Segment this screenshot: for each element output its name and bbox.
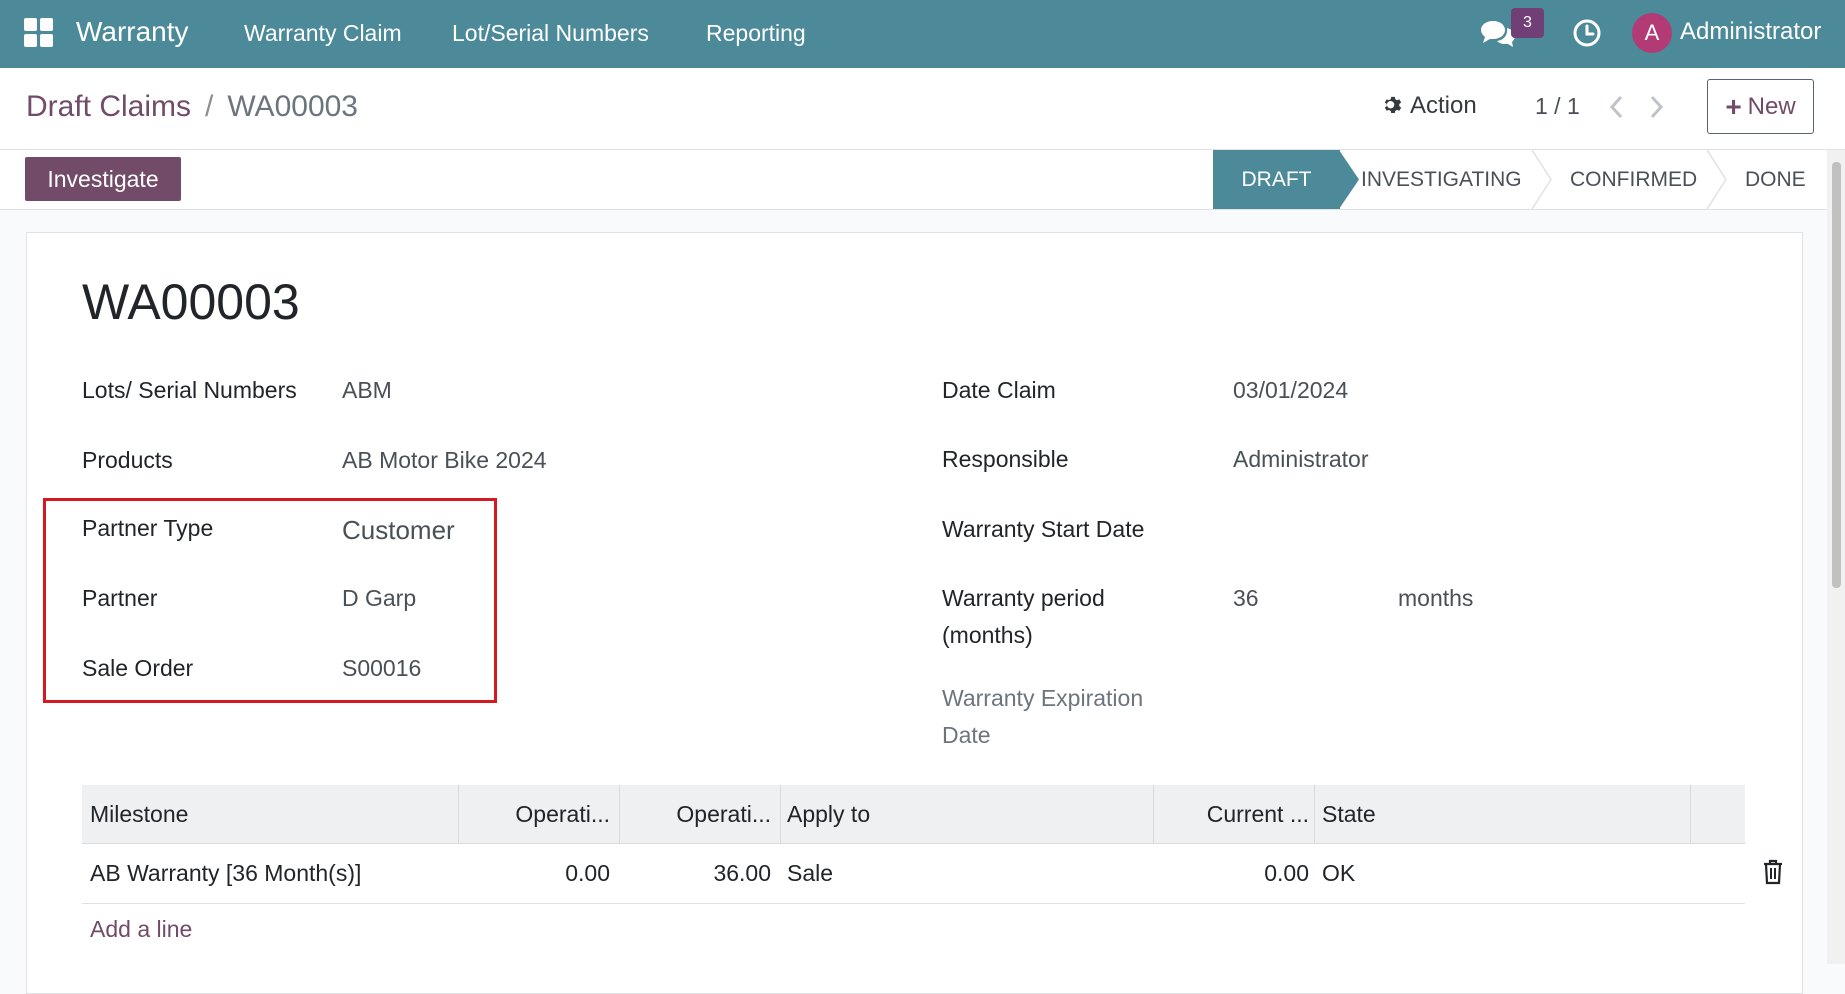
col-state[interactable]: State bbox=[1322, 785, 1376, 843]
date-claim-label: Date Claim bbox=[942, 377, 1056, 403]
warranty-expiration-label-2: Date bbox=[942, 722, 991, 748]
new-button[interactable]: + New bbox=[1707, 79, 1814, 134]
cell-milestone[interactable]: AB Warranty [36 Month(s)] bbox=[90, 843, 361, 903]
stage-confirmed[interactable]: CONFIRMED bbox=[1570, 150, 1697, 209]
cell-state[interactable]: OK bbox=[1322, 843, 1355, 903]
chevron-right-icon[interactable] bbox=[1647, 94, 1665, 120]
stage-active-arrow bbox=[1339, 150, 1359, 209]
new-button-label: New bbox=[1747, 93, 1796, 120]
stage-draft[interactable]: DRAFT bbox=[1213, 150, 1340, 209]
warranty-expiration-label: Warranty Expiration bbox=[942, 685, 1144, 711]
cell-current[interactable]: 0.00 bbox=[1153, 843, 1309, 903]
responsible-label: Responsible bbox=[942, 446, 1069, 472]
investigate-button[interactable]: Investigate bbox=[25, 157, 181, 201]
col-current[interactable]: Current ... bbox=[1153, 785, 1309, 843]
apps-grid-icon[interactable] bbox=[24, 18, 56, 50]
stage-divider bbox=[1706, 150, 1727, 209]
add-a-line-link[interactable]: Add a line bbox=[90, 916, 192, 943]
top-navbar: Warranty Warranty Claim Lot/Serial Numbe… bbox=[0, 0, 1845, 68]
user-menu[interactable]: Administrator bbox=[1680, 18, 1821, 46]
scrollbar-thumb[interactable] bbox=[1832, 162, 1841, 588]
warranty-period-label-unit: (months) bbox=[942, 622, 1033, 648]
app-name[interactable]: Warranty bbox=[76, 16, 189, 48]
form-sheet: WA00003 Lots/ Serial Numbers ABM Product… bbox=[26, 232, 1803, 994]
cell-apply-to[interactable]: Sale bbox=[787, 843, 833, 903]
stage-investigating[interactable]: INVESTIGATING bbox=[1361, 150, 1522, 209]
breadcrumb-separator: / bbox=[205, 90, 214, 123]
breadcrumb-draft-claims[interactable]: Draft Claims bbox=[26, 90, 191, 123]
col-apply-to[interactable]: Apply to bbox=[787, 785, 870, 843]
lots-serial-label: Lots/ Serial Numbers bbox=[82, 377, 297, 403]
col-operation-2[interactable]: Operati... bbox=[619, 785, 771, 843]
breadcrumb: Draft Claims / WA00003 bbox=[26, 90, 358, 124]
table-row[interactable]: AB Warranty [36 Month(s)] 0.00 36.00 Sal… bbox=[82, 843, 1782, 904]
trash-icon[interactable] bbox=[1762, 859, 1784, 885]
control-panel: Draft Claims / WA00003 Action 1 / 1 + New bbox=[0, 68, 1845, 150]
warranty-period-unit: months bbox=[1398, 585, 1474, 611]
stage-divider bbox=[1531, 150, 1552, 209]
status-bar: Investigate DRAFT INVESTIGATING CONFIRME… bbox=[0, 150, 1827, 210]
record-title: WA00003 bbox=[82, 274, 300, 330]
breadcrumb-current: WA00003 bbox=[227, 90, 358, 123]
gear-icon bbox=[1384, 96, 1402, 113]
menu-warranty-claim[interactable]: Warranty Claim bbox=[244, 20, 402, 47]
pager-value[interactable]: 1 / 1 bbox=[1535, 93, 1580, 120]
warranty-period-field[interactable]: 36 bbox=[1233, 585, 1259, 612]
warranty-start-date-label: Warranty Start Date bbox=[942, 516, 1145, 542]
avatar[interactable]: A bbox=[1632, 13, 1672, 53]
column-separator bbox=[780, 785, 781, 843]
products-field[interactable]: AB Motor Bike 2024 bbox=[342, 447, 547, 474]
products-label: Products bbox=[82, 447, 173, 473]
col-milestone[interactable]: Milestone bbox=[90, 785, 188, 843]
date-claim-field[interactable]: 03/01/2024 bbox=[1233, 377, 1348, 404]
message-count-badge: 3 bbox=[1511, 8, 1544, 38]
warranty-period-label: Warranty period bbox=[942, 585, 1105, 611]
plus-icon: + bbox=[1725, 91, 1742, 122]
responsible-field[interactable]: Administrator bbox=[1233, 446, 1368, 473]
stage-done[interactable]: DONE bbox=[1745, 150, 1806, 209]
menu-lot-serial-numbers[interactable]: Lot/Serial Numbers bbox=[452, 20, 649, 47]
menu-reporting[interactable]: Reporting bbox=[706, 20, 806, 47]
column-separator bbox=[1314, 785, 1315, 843]
column-separator bbox=[1690, 785, 1691, 843]
col-operation-1[interactable]: Operati... bbox=[458, 785, 610, 843]
action-menu-button[interactable]: Action bbox=[1382, 92, 1477, 120]
cell-operation-1[interactable]: 0.00 bbox=[458, 843, 610, 903]
milestones-table-header: Milestone Operati... Operati... Apply to… bbox=[82, 785, 1745, 844]
cell-operation-2[interactable]: 36.00 bbox=[619, 843, 771, 903]
lots-serial-field[interactable]: ABM bbox=[342, 377, 392, 404]
highlight-box bbox=[43, 498, 497, 703]
chevron-left-icon[interactable] bbox=[1608, 94, 1626, 120]
clock-icon[interactable] bbox=[1572, 18, 1602, 48]
action-label: Action bbox=[1410, 92, 1477, 119]
